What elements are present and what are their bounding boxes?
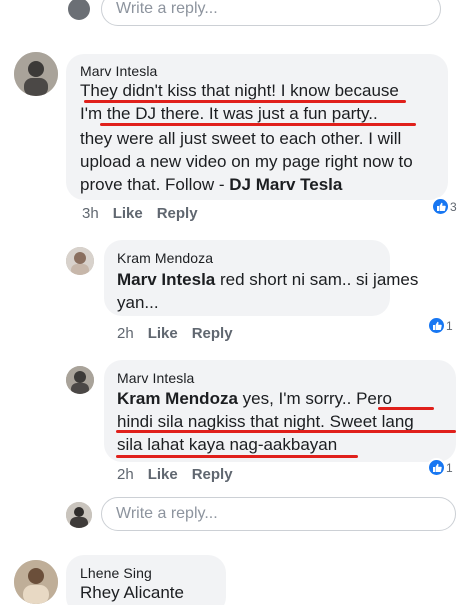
avatar[interactable] [66,247,94,275]
reply-button[interactable]: Reply [192,325,233,342]
avatar[interactable] [66,502,92,528]
red-underline [100,123,416,126]
reply-line: sila lahat kaya nag-aakbayan [117,435,338,454]
reaction-count[interactable]: 1 [427,458,453,477]
tagged-user[interactable]: Kram Mendoza [117,389,238,408]
comment-line: I'm the DJ there. It was just a fun part… [80,104,378,123]
comment-author[interactable]: Marv Intesla [80,63,157,79]
like-button[interactable]: Like [148,466,178,483]
like-button[interactable]: Like [148,325,178,342]
avatar[interactable] [68,0,90,20]
red-underline [116,430,456,433]
dj-name: DJ Marv Tesla [229,175,343,194]
reply-meta: 2h Like Reply [117,325,247,342]
avatar[interactable] [14,52,58,96]
thumbs-up-icon [427,458,446,477]
reply-line: Kram Mendoza yes, I'm sorry.. Pero [117,388,392,409]
like-button[interactable]: Like [113,205,143,222]
reply-button[interactable]: Reply [157,205,198,222]
reaction-number: 1 [446,318,453,333]
reply-line: yan... [117,293,159,312]
red-underline [116,455,358,458]
reply-line: hindi sila nagkiss that night. Sweet lan… [117,412,414,431]
comment-meta: 3h Like Reply [82,205,212,222]
reaction-count[interactable]: 1 [427,316,453,335]
comment-line-text: prove that. Follow - [80,175,230,194]
reply-text: red short ni sam.. si james [215,270,419,289]
thumbs-up-icon [427,316,446,335]
reply-text: yes, I'm sorry.. Pero [237,389,392,408]
avatar[interactable] [66,366,94,394]
reaction-count[interactable]: 3 [431,197,457,216]
red-underline [378,407,434,410]
reply-meta: 2h Like Reply [117,466,247,483]
reaction-number: 3 [450,199,457,214]
reply-button[interactable]: Reply [192,466,233,483]
reaction-number: 1 [446,460,453,475]
avatar[interactable] [14,560,58,604]
comment-line: They didn't kiss that night! I know beca… [80,81,399,100]
thumbs-up-icon [431,197,450,216]
timestamp[interactable]: 2h [117,325,134,342]
red-underline [84,100,406,103]
reply-author[interactable]: Kram Mendoza [117,250,213,266]
reply-input[interactable]: Write a reply... [101,0,441,26]
timestamp[interactable]: 2h [117,466,134,483]
reply-author[interactable]: Marv Intesla [117,370,194,386]
comment-author[interactable]: Lhene Sing [80,565,152,581]
timestamp[interactable]: 3h [82,205,99,222]
reply-line: Marv Intesla red short ni sam.. si james [117,269,418,290]
comment-line: they were all just sweet to each other. … [80,129,402,148]
reply-input[interactable]: Write a reply... [101,497,456,531]
tagged-user[interactable]: Marv Intesla [117,270,215,289]
tagged-user[interactable]: Rhey Alicante [80,582,184,603]
comment-line: upload a new video on my page right now … [80,152,413,171]
comment-line: prove that. Follow - DJ Marv Tesla [80,174,342,195]
